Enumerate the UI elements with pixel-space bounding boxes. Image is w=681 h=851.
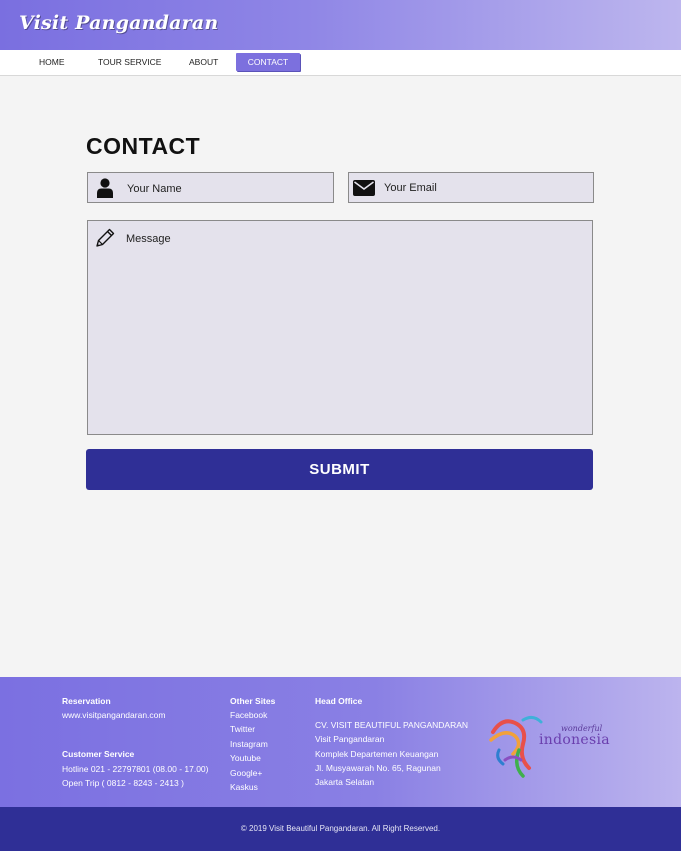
copyright-bar: © 2019 Visit Beautiful Pangandaran. All … (0, 807, 681, 851)
open-trip-text: Open Trip ( 0812 - 8243 - 2413 ) (62, 778, 184, 788)
head-office-line: Visit Pangandaran (315, 734, 385, 744)
head-office-line: CV. VISIT BEAUTIFUL PANGANDARAN (315, 720, 469, 730)
main-nav: HOME TOUR SERVICE ABOUT CONTACT (0, 50, 681, 76)
other-sites-heading: Other Sites (230, 696, 276, 706)
message-placeholder: Message (126, 233, 171, 245)
message-field[interactable]: Message (87, 220, 593, 435)
site-footer: Reservation www.visitpangandaran.com Cus… (0, 677, 681, 807)
wonderful-indonesia-logo: wonderful indonesia (483, 710, 613, 780)
customer-service-heading: Customer Service (62, 749, 135, 759)
email-field[interactable]: Your Email (348, 172, 594, 203)
head-office-line: Komplek Departemen Keuangan (315, 749, 439, 759)
user-icon (96, 178, 114, 203)
submit-button[interactable]: SUBMIT (86, 449, 593, 490)
reservation-website-link[interactable]: www.visitpangandaran.com (62, 708, 165, 722)
head-office-line: Jl. Musyawarah No. 65, Ragunan (315, 763, 441, 773)
head-office-line: Jakarta Selatan (315, 777, 375, 787)
nav-item-contact[interactable]: CONTACT (236, 53, 300, 71)
copyright-text: © 2019 Visit Beautiful Pangandaran. All … (240, 824, 441, 833)
nav-item-about[interactable]: ABOUT (181, 53, 226, 71)
head-office-heading: Head Office (315, 696, 363, 706)
link-instagram[interactable]: Instagram (230, 737, 268, 751)
nav-item-tour-service[interactable]: TOUR SERVICE (90, 53, 169, 71)
name-placeholder: Your Name (127, 183, 182, 195)
pencil-icon (94, 227, 116, 254)
link-youtube[interactable]: Youtube (230, 751, 261, 765)
link-kaskus[interactable]: Kaskus (230, 780, 258, 794)
link-facebook[interactable]: Facebook (230, 708, 267, 722)
nav-item-home[interactable]: HOME (31, 53, 73, 71)
link-google-plus[interactable]: Google+ (230, 766, 262, 780)
link-twitter[interactable]: Twitter (230, 722, 255, 736)
site-header: Visit Pangandaran (0, 0, 681, 50)
hotline-text: Hotline 021 - 22797801 (08.00 - 17.00) (62, 764, 209, 774)
envelope-icon (353, 180, 375, 201)
email-placeholder: Your Email (384, 182, 437, 194)
logo-indonesia-text: indonesia (539, 732, 610, 748)
name-field[interactable]: Your Name (87, 172, 334, 203)
page-title: CONTACT (86, 133, 201, 159)
reservation-heading: Reservation (62, 696, 111, 706)
site-logo[interactable]: Visit Pangandaran (19, 12, 218, 34)
